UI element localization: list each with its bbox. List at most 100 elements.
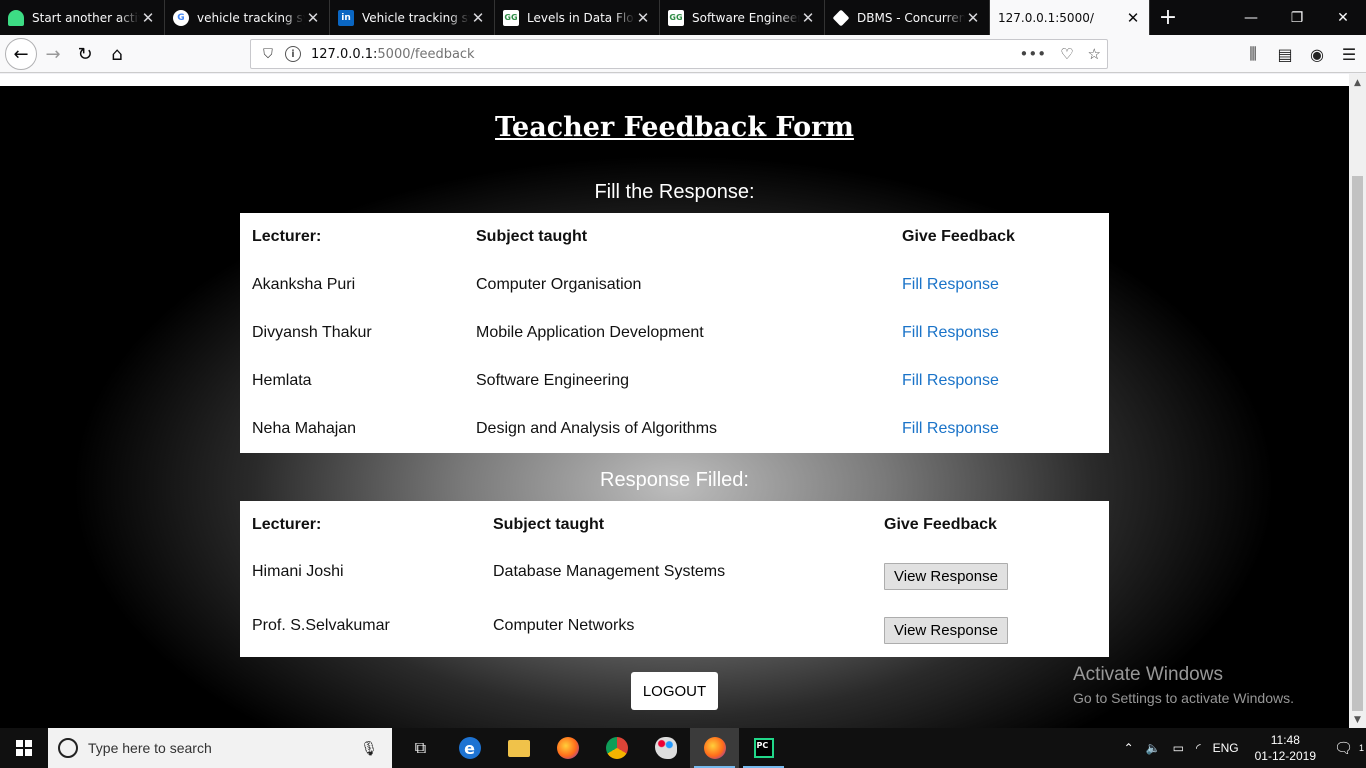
watermark-subtitle: Go to Settings to activate Windows. <box>1073 690 1294 706</box>
minimize-button[interactable]: — <box>1228 0 1274 35</box>
tab-title: vehicle tracking syst <box>197 10 305 25</box>
arrow-left-icon: ← <box>13 43 29 65</box>
more-actions-icon[interactable]: ••• <box>1020 45 1047 63</box>
lecturer-name: Divyansh Thakur <box>252 324 372 341</box>
url-text[interactable]: 127.0.0.1:5000/feedback <box>311 47 475 62</box>
task-view-button[interactable]: ⧉ <box>396 728 445 768</box>
lecturer-name: Prof. S.Selvakumar <box>252 617 390 634</box>
bookmark-star-icon[interactable]: ☆ <box>1088 45 1101 63</box>
page-title: Teacher Feedback Form <box>495 112 854 143</box>
table-row: Divyansh Thakur Mobile Application Devel… <box>240 309 1109 357</box>
file-explorer-app[interactable] <box>494 728 543 768</box>
pocket-icon[interactable]: ♡ <box>1060 45 1073 63</box>
logout-button[interactable]: LOGOUT <box>631 672 718 710</box>
reload-button[interactable]: ↻ <box>70 39 100 69</box>
close-icon[interactable]: ✕ <box>635 9 651 27</box>
info-icon[interactable]: i <box>285 46 301 62</box>
subject-name: Database Management Systems <box>493 563 726 580</box>
edge-app[interactable]: e <box>445 728 494 768</box>
close-icon[interactable]: ✕ <box>305 9 321 27</box>
table-row: Prof. S.Selvakumar Computer Networks Vie… <box>240 603 1109 657</box>
tab-start-activity[interactable]: Start another activit ✕ <box>0 0 165 35</box>
taskbar-search[interactable]: Type here to search 🎙 <box>48 728 392 768</box>
folder-icon <box>507 739 530 757</box>
pycharm-app[interactable]: PC <box>739 728 788 768</box>
system-tray: ⌃ 🔈 ▭ ◜ ENG 11:48 01-12-2019 🗨 1 <box>1118 728 1366 768</box>
close-icon[interactable]: ✕ <box>140 9 156 27</box>
vertical-scrollbar[interactable]: ▲ ▼ <box>1349 74 1366 728</box>
scrollbar-thumb[interactable] <box>1352 176 1363 711</box>
close-icon[interactable]: ✕ <box>470 9 486 27</box>
address-bar[interactable]: ⛉ i 127.0.0.1:5000/feedback ••• ♡ ☆ <box>250 39 1108 69</box>
cortana-icon <box>58 738 78 758</box>
menu-icon[interactable]: ☰ <box>1340 45 1358 64</box>
close-window-button[interactable]: ✕ <box>1320 0 1366 35</box>
tab-google-search[interactable]: G vehicle tracking syst ✕ <box>165 0 330 35</box>
tab-title: Start another activit <box>32 10 140 25</box>
home-icon: ⌂ <box>111 43 123 65</box>
fill-response-link[interactable]: Fill Response <box>902 309 999 357</box>
restore-button[interactable]: ❐ <box>1274 0 1320 35</box>
subject-name: Design and Analysis of Algorithms <box>476 420 718 437</box>
tab-dbms[interactable]: DBMS - Concurrenc ✕ <box>825 0 990 35</box>
notification-count: 1 <box>1359 743 1365 753</box>
fill-response-link[interactable]: Fill Response <box>902 405 999 453</box>
close-icon[interactable]: ✕ <box>965 9 981 27</box>
subject-name: Mobile Application Development <box>476 324 704 341</box>
activate-windows-watermark: Activate Windows Go to Settings to activ… <box>1073 664 1294 706</box>
navigation-bar: ← → ↻ ⌂ ⛉ i 127.0.0.1:5000/feedback ••• … <box>0 35 1366 73</box>
tab-levels-dfd[interactable]: GG Levels in Data Flow ✕ <box>495 0 660 35</box>
fill-response-link[interactable]: Fill Response <box>902 357 999 405</box>
forward-button[interactable]: → <box>38 39 68 69</box>
account-icon[interactable]: ◉ <box>1308 45 1326 64</box>
firefox-app[interactable] <box>543 728 592 768</box>
filled-feedback-table: Lecturer: Subject taught Give Feedback H… <box>240 501 1109 657</box>
view-response-button[interactable]: View Response <box>884 616 1008 644</box>
microphone-icon[interactable]: 🎙 <box>360 740 378 757</box>
view-response-button[interactable]: View Response <box>884 562 1008 590</box>
tutorialspoint-icon <box>832 9 850 26</box>
close-icon[interactable]: ✕ <box>800 9 816 27</box>
sidebar-icon[interactable]: ▤ <box>1276 45 1294 64</box>
library-icon[interactable]: ⫼ <box>1244 44 1262 64</box>
subject-name: Computer Networks <box>493 617 635 634</box>
start-button[interactable] <box>0 728 48 768</box>
action-center-button[interactable]: 🗨 1 <box>1326 728 1366 768</box>
home-button[interactable]: ⌂ <box>102 39 132 69</box>
lecturer-name: Akanksha Puri <box>252 276 356 293</box>
clock[interactable]: 11:48 01-12-2019 <box>1255 732 1316 764</box>
shield-icon[interactable]: ⛉ <box>259 47 277 62</box>
chevron-up-icon[interactable]: ⌃ <box>1124 741 1134 755</box>
tab-current-page[interactable]: 127.0.0.1:5000/ ✕ <box>990 0 1150 35</box>
toolbar-icons: ⫼ ▤ ◉ ☰ <box>1244 39 1358 69</box>
tab-title: DBMS - Concurrenc <box>857 10 965 25</box>
new-tab-button[interactable]: + <box>1150 0 1186 35</box>
notification-icon: 🗨 <box>1333 740 1354 757</box>
wifi-icon[interactable]: ◜ <box>1196 741 1201 755</box>
feedback-header: Give Feedback <box>902 228 1015 245</box>
arrow-right-icon: → <box>45 43 61 65</box>
chrome-app[interactable] <box>592 728 641 768</box>
chrome-icon <box>605 737 628 759</box>
search-placeholder: Type here to search <box>88 740 212 756</box>
language-indicator[interactable]: ENG <box>1213 741 1239 755</box>
filled-section-title: Response Filled: <box>600 469 749 491</box>
pending-feedback-table: Lecturer: Subject taught Give Feedback A… <box>240 213 1109 453</box>
view-response-cell: View Response <box>884 603 1008 657</box>
paint-app[interactable] <box>641 728 690 768</box>
battery-icon[interactable]: ▭ <box>1173 741 1184 755</box>
firefox-icon <box>703 737 726 759</box>
back-button[interactable]: ← <box>5 38 37 70</box>
scroll-down-icon[interactable]: ▼ <box>1349 711 1366 728</box>
paint-palette-icon <box>654 737 677 759</box>
tab-software-engineering[interactable]: GG Software Engineerin ✕ <box>660 0 825 35</box>
lecturer-name: Himani Joshi <box>252 563 344 580</box>
speaker-icon[interactable]: 🔈 <box>1146 741 1161 755</box>
android-icon <box>8 9 24 26</box>
taskbar: Type here to search 🎙 ⧉ e PC ⌃ 🔈 ▭ ◜ ENG… <box>0 728 1366 768</box>
tab-linkedin[interactable]: in Vehicle tracking syst ✕ <box>330 0 495 35</box>
firefox-running-app[interactable] <box>690 728 739 768</box>
close-icon[interactable]: ✕ <box>1125 9 1141 27</box>
fill-response-link[interactable]: Fill Response <box>902 261 999 309</box>
scroll-up-icon[interactable]: ▲ <box>1349 74 1366 91</box>
